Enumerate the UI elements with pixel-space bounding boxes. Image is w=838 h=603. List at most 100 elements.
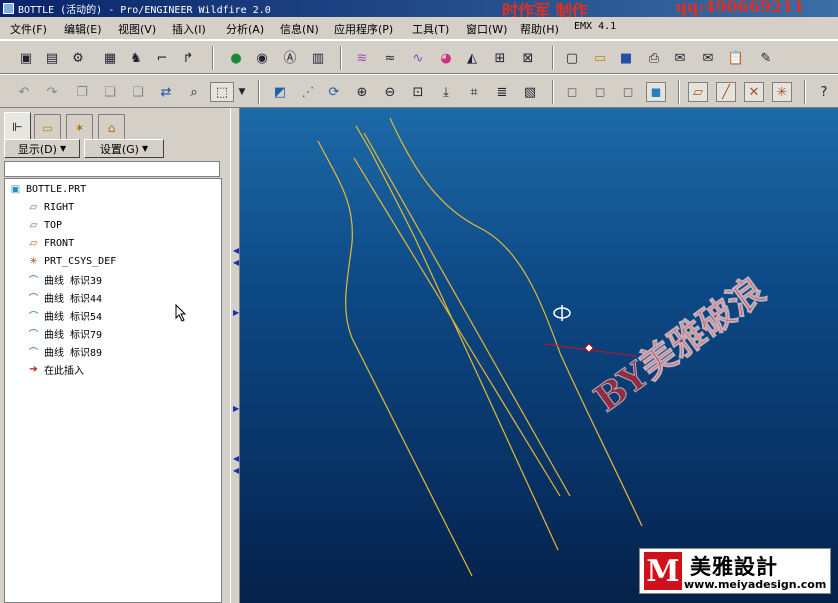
brand-url: www.meiyadesign.com [684,578,827,591]
plane-display-icon[interactable]: ▱ [688,82,708,102]
collapse-arrow-icon[interactable]: ◀ [233,454,239,463]
save-icon[interactable]: ■ [616,48,636,68]
tree-item-front[interactable]: ▱ FRONT [27,235,74,251]
axis-display-icon[interactable]: ╱ [716,82,736,102]
graphics-window[interactable] [240,108,838,603]
tab-favorites[interactable]: ✶ [66,114,93,140]
orient-icon[interactable]: ⤓ [436,82,456,102]
csys-display-icon[interactable]: ✳ [772,82,792,102]
tree-item-insert-here[interactable]: ➔ 在此插入 [27,361,84,377]
collapse-arrow-icon[interactable]: ◀ [233,258,239,267]
menu-view[interactable]: 视图(V) [118,21,156,37]
title-bar: BOTTLE (活动的) - Pro/ENGINEER Wildfire 2.0… [0,0,838,20]
tree-item-curve79[interactable]: ⌒ 曲线 标识79 [27,325,103,341]
paste-special-icon[interactable]: ❑ [128,82,148,102]
layers-icon[interactable]: ≣ [492,82,512,102]
display-dropdown[interactable]: 显示(D) ▼ [4,139,80,158]
color-wheel-icon[interactable]: ◕ [436,48,456,68]
regenerate-icon[interactable]: ⇄ [156,82,176,102]
sheet-icon[interactable]: ▦ [100,48,120,68]
print-icon[interactable]: ⎙ [644,48,664,68]
open-folder-icon[interactable]: ▭ [590,48,610,68]
draft-icon[interactable]: ◭ [462,48,482,68]
datum-point-icon[interactable]: ⋰ [298,82,318,102]
chevron-down-icon[interactable]: ▼ [236,82,248,102]
family-table-icon[interactable]: ⚙ [68,48,88,68]
shading-icon[interactable]: ◼ [646,82,666,102]
tab-folder-browser[interactable]: ▭ [34,114,61,140]
named-view-icon[interactable]: ⌗ [464,82,484,102]
no-hidden-icon[interactable]: ◻ [618,82,638,102]
monitor-icon[interactable]: ▥ [308,48,328,68]
menu-window[interactable]: 窗口(W) [466,21,507,37]
mesh-remove-icon[interactable]: ⊠ [518,48,538,68]
model-tree-icon: ⊩ [12,119,23,134]
folder-icon: ▭ [41,120,54,135]
menu-insert[interactable]: 插入(I) [172,21,206,37]
tree-item-right[interactable]: ▱ RIGHT [27,199,74,215]
manikin-icon[interactable]: ♞ [126,48,146,68]
email-icon[interactable]: ✉ [670,48,690,68]
camera-icon[interactable]: ◉ [252,48,272,68]
tree-item-root[interactable]: ▣ BOTTLE.PRT [9,181,86,197]
point-display-icon[interactable]: ✕ [744,82,764,102]
refit-icon[interactable]: ◩ [270,82,290,102]
settings-dropdown[interactable]: 设置(G) ▼ [84,139,164,158]
undo-icon[interactable]: ↶ [14,82,34,102]
surface-icon[interactable]: ≈ [380,48,400,68]
toolbar-view: ↶ ↷ ❐ ❏ ❑ ⇄ ⌕ ⬚ ▼ ◩ ⋰ ⟳ ⊕ ⊖ ⊡ ⤓ ⌗ ≣ ▧ ◻ … [0,74,838,108]
zoom-fit-icon[interactable]: ⊡ [408,82,428,102]
mesh-icon[interactable]: ⊞ [490,48,510,68]
tree-filter-bar[interactable] [4,161,220,177]
expand-arrow-icon[interactable]: ▶ [233,404,239,413]
redo-icon[interactable]: ↷ [42,82,62,102]
pipe-icon[interactable]: ⌐ [152,48,172,68]
wireframe-icon[interactable]: ◻ [562,82,582,102]
menu-emx[interactable]: EMX 4.1 [574,21,616,32]
style-icon[interactable]: ≋ [352,48,372,68]
new-file-icon[interactable]: ▢ [562,48,582,68]
zoom-in-icon[interactable]: ⊕ [352,82,372,102]
menu-tools[interactable]: 工具(T) [412,21,449,37]
menu-help[interactable]: 帮助(H) [520,21,559,37]
expand-arrow-icon[interactable]: ▶ [233,308,239,317]
tree-item-curve89[interactable]: ⌒ 曲线 标识89 [27,343,103,359]
view-manager-icon[interactable]: ▧ [520,82,540,102]
collapse-arrow-icon[interactable]: ◀ [233,466,239,475]
coordinate-system-icon: ✳ [29,255,38,267]
wave-icon[interactable]: ∿ [408,48,428,68]
selection-box-icon[interactable]: ⬚ [210,82,234,102]
new-part-icon[interactable]: ▣ [16,48,36,68]
menu-file[interactable]: 文件(F) [10,21,47,37]
new-assembly-icon[interactable]: ▤ [42,48,62,68]
email-attach-icon[interactable]: ✉ [698,48,718,68]
tree-item-csys[interactable]: ✳ PRT_CSYS_DEF [27,253,116,269]
copy-icon[interactable]: ❐ [72,82,92,102]
qq-watermark: qq:490669211 [676,0,805,16]
find-icon[interactable]: ⌕ [184,82,204,102]
erase-icon[interactable]: ✎ [756,48,776,68]
menu-info[interactable]: 信息(N) [280,21,319,37]
paste-icon[interactable]: ❏ [100,82,120,102]
zoom-out-icon[interactable]: ⊖ [380,82,400,102]
tree-item-top[interactable]: ▱ TOP [27,217,62,233]
tab-connections[interactable]: ⌂ [98,114,125,140]
tree-item-curve44[interactable]: ⌒ 曲线 标识44 [27,289,103,305]
menu-applications[interactable]: 应用程序(P) [334,21,393,37]
context-help-icon[interactable]: ? [814,82,834,102]
collapse-arrow-icon[interactable]: ◀ [233,246,239,255]
tab-model-tree[interactable]: ⊩ [4,112,31,140]
model-tree: ▣ BOTTLE.PRT ▱ RIGHT ▱ TOP ▱ FRONT ✳ PRT… [4,178,222,603]
spin-center-icon[interactable]: ⟳ [324,82,344,102]
a-box-icon[interactable]: Ⓐ [280,48,300,68]
hidden-line-icon[interactable]: ◻ [590,82,610,102]
curve-5 [389,117,643,527]
tree-item-curve39[interactable]: ⌒ 曲线 标识39 [27,271,103,287]
globe-icon[interactable]: ● [226,48,246,68]
route-icon[interactable]: ↱ [178,48,198,68]
tree-item-curve54[interactable]: ⌒ 曲线 标识54 [27,307,103,323]
menu-analysis[interactable]: 分析(A) [226,21,264,37]
clipboard-icon[interactable]: 📋 [726,48,746,68]
panel-splitter[interactable]: ◀ ◀ ▶ ▶ ◀ ◀ [230,108,240,603]
menu-edit[interactable]: 编辑(E) [64,21,102,37]
